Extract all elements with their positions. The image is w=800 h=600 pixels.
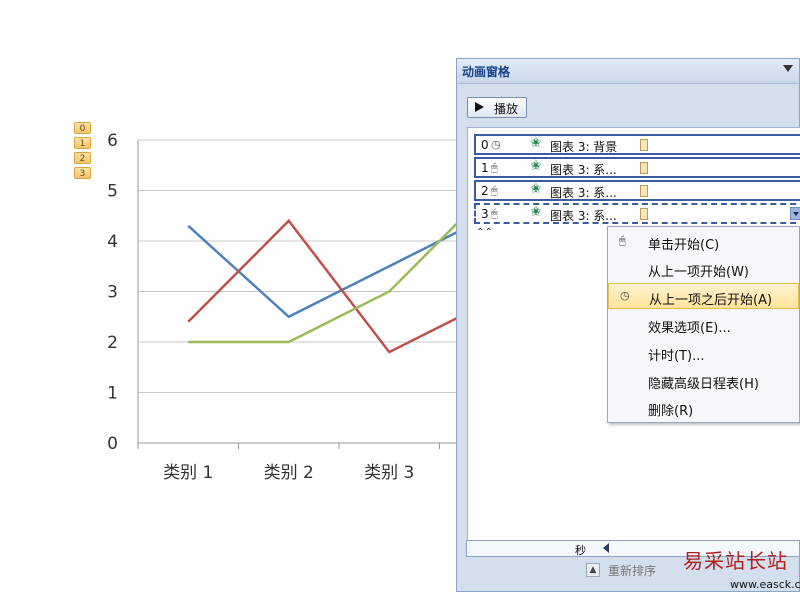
menu-item-label: 隐藏高级日程表(H) xyxy=(648,377,759,392)
watermark-logo: 易采站长站 xyxy=(683,549,788,573)
animation-item-number: 2 xyxy=(481,184,489,198)
x-tick-label: 类别 2 xyxy=(264,463,314,483)
pane-menu-arrow-icon[interactable] xyxy=(783,65,793,72)
menu-item-remove[interactable]: 删除(R) xyxy=(608,395,799,421)
star-effect-icon: ✬ xyxy=(530,158,542,174)
timeline-bar[interactable] xyxy=(640,139,648,151)
y-tick-label: 6 xyxy=(107,131,118,151)
animation-item-number: 1 xyxy=(481,161,489,175)
pane-title: 动画窗格 xyxy=(462,65,511,79)
mouse-icon: 🖱 xyxy=(491,207,498,220)
animation-item-label: 图表 3: 背景 xyxy=(550,140,618,154)
seconds-label: 秒 xyxy=(575,544,586,557)
menu-item-label: 计时(T)... xyxy=(648,349,705,364)
watermark-url: www.easck.com xyxy=(730,578,800,591)
animation-item-3[interactable]: 3 🖱 ✬ 图表 3: 系... xyxy=(474,203,800,224)
menu-item-start-with-previous[interactable]: 从上一项开始(W) xyxy=(608,256,799,282)
y-tick-label: 0 xyxy=(107,434,118,454)
star-effect-icon: ✬ xyxy=(530,135,542,151)
move-up-icon[interactable]: ▲ xyxy=(586,563,600,577)
x-tick-label: 类别 3 xyxy=(364,463,414,483)
star-effect-icon: ✬ xyxy=(530,181,542,197)
menu-item-label: 效果选项(E)... xyxy=(648,321,731,336)
y-tick-label: 3 xyxy=(107,283,118,303)
menu-item-effect-options[interactable]: 效果选项(E)... xyxy=(608,312,799,338)
menu-item-label: 删除(R) xyxy=(648,404,694,419)
x-tick-label: 类别 1 xyxy=(163,463,213,483)
play-button-label: 播放 xyxy=(494,102,519,116)
animation-item-2[interactable]: 2 🖱 ✬ 图表 3: 系... xyxy=(474,180,800,201)
star-effect-icon: ✬ xyxy=(530,204,542,220)
animation-item-1[interactable]: 1 🖱 ✬ 图表 3: 系... xyxy=(474,157,800,178)
menu-item-start-after-previous[interactable]: ◷ 从上一项之后开始(A) xyxy=(608,283,799,309)
pane-title-bar: 动画窗格 xyxy=(457,59,799,84)
menu-item-label: 从上一项之后开始(A) xyxy=(649,293,773,308)
y-tick-label: 1 xyxy=(107,384,118,404)
animation-item-number: 3 xyxy=(481,207,489,221)
mouse-icon: 🖱 xyxy=(491,161,498,174)
y-tick-label: 5 xyxy=(107,182,118,202)
animation-item-label: 图表 3: 系... xyxy=(550,186,617,200)
menu-item-hide-advanced-timeline[interactable]: 隐藏高级日程表(H) xyxy=(608,368,799,394)
timeline-bar[interactable] xyxy=(640,162,648,174)
menu-item-label: 单击开始(C) xyxy=(648,238,720,253)
animation-item-0[interactable]: 0 ◷ ✬ 图表 3: 背景 xyxy=(474,134,800,155)
series-line-0 xyxy=(187,214,491,319)
animation-item-number: 0 xyxy=(481,138,489,152)
y-tick-label: 4 xyxy=(107,232,118,252)
menu-item-timing[interactable]: 计时(T)... xyxy=(608,340,799,366)
menu-item-start-on-click[interactable]: 🖱 单击开始(C) xyxy=(608,229,799,255)
item-dropdown-button[interactable] xyxy=(790,207,800,220)
clock-icon: ◷ xyxy=(620,289,630,302)
mouse-icon: 🖱 xyxy=(619,234,626,247)
context-menu: 🖱 单击开始(C) 从上一项开始(W) ◷ 从上一项之后开始(A) 效果选项(E… xyxy=(607,226,800,423)
animation-item-label: 图表 3: 系... xyxy=(550,163,617,177)
clock-icon: ◷ xyxy=(491,138,501,151)
animation-item-label: 图表 3: 系... xyxy=(550,209,617,223)
series-line-1 xyxy=(187,218,491,354)
reorder-control[interactable]: ▲ 重新排序 xyxy=(586,562,696,580)
mouse-icon: 🖱 xyxy=(491,184,498,197)
play-icon xyxy=(475,102,484,112)
expand-chevron-icon[interactable]: ⌃⌃ xyxy=(476,227,493,238)
y-tick-label: 2 xyxy=(107,333,118,353)
scroll-left-icon[interactable] xyxy=(603,543,609,553)
timeline-bar[interactable] xyxy=(640,185,648,197)
timeline-bar[interactable] xyxy=(640,208,648,220)
reorder-label: 重新排序 xyxy=(608,564,657,578)
play-button[interactable]: 播放 xyxy=(467,97,527,118)
menu-item-label: 从上一项开始(W) xyxy=(648,265,749,280)
